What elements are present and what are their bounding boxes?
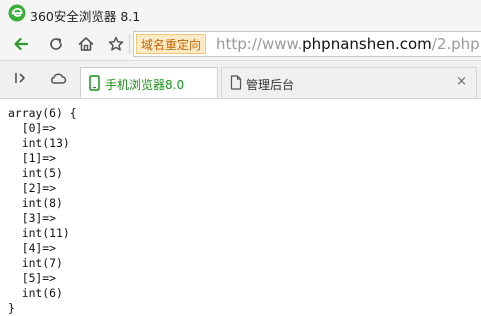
output-line: int(11): [8, 226, 70, 240]
address-bar[interactable]: 域名重定向 http://www.phpnanshen.com/2.php: [133, 31, 481, 57]
output-line: [0]=>: [8, 121, 57, 135]
output-line: [3]=>: [8, 211, 57, 225]
tab-label: 手机浏览器8.0: [105, 78, 185, 92]
cloud-icon: [49, 70, 67, 90]
output-line: int(5): [8, 166, 63, 180]
mobile-phone-icon: [89, 75, 100, 94]
window-title: 360安全浏览器 8.1: [30, 9, 141, 24]
output-line: [4]=>: [8, 241, 57, 255]
output-line: int(6): [8, 286, 63, 300]
url-prefix: http://www.: [216, 35, 303, 53]
back-button[interactable]: [8, 31, 34, 57]
sidebar-toggle-button[interactable]: [10, 70, 30, 90]
url-text[interactable]: http://www.phpnanshen.com/2.php: [216, 35, 480, 54]
domain-redirect-badge[interactable]: 域名重定向: [136, 34, 207, 54]
url-host: phpnanshen.com: [302, 35, 432, 53]
favorite-button[interactable]: [103, 31, 129, 57]
reload-button[interactable]: [43, 31, 69, 57]
output-line: int(13): [8, 136, 70, 150]
cloud-button[interactable]: [48, 70, 68, 90]
tab-mobile-browser[interactable]: 手机浏览器8.0: [80, 67, 218, 98]
navigation-toolbar: 域名重定向 http://www.phpnanshen.com/2.php: [0, 28, 481, 61]
tab-label: 管理后台: [246, 78, 295, 92]
output-line: int(7): [8, 256, 63, 270]
home-button[interactable]: [73, 31, 99, 57]
output-line: [1]=>: [8, 151, 57, 165]
360-browser-logo-icon: [8, 4, 26, 22]
output-line: [5]=>: [8, 271, 57, 285]
output-line: [2]=>: [8, 181, 57, 195]
back-arrow-icon: [12, 35, 30, 53]
url-path: /2.php: [431, 35, 480, 53]
tab-admin-panel[interactable]: 管理后台 ×: [221, 67, 477, 98]
star-icon: [107, 35, 125, 53]
home-icon: [77, 35, 95, 53]
toolbar-divider: [129, 34, 130, 54]
reload-icon: [47, 35, 65, 53]
tab-bar: 手机浏览器8.0 管理后台 ×: [0, 61, 481, 99]
output-line: int(8): [8, 196, 63, 210]
close-icon[interactable]: ×: [456, 74, 467, 89]
page-content: array(6) { [0]=> int(13) [1]=> int(5) [2…: [8, 106, 468, 316]
sidebar-toggle-icon: [12, 70, 28, 90]
document-icon: [230, 75, 242, 93]
output-line: array(6) {: [8, 106, 77, 120]
title-bar: 360安全浏览器 8.1: [0, 0, 481, 28]
output-line: }: [8, 301, 15, 315]
